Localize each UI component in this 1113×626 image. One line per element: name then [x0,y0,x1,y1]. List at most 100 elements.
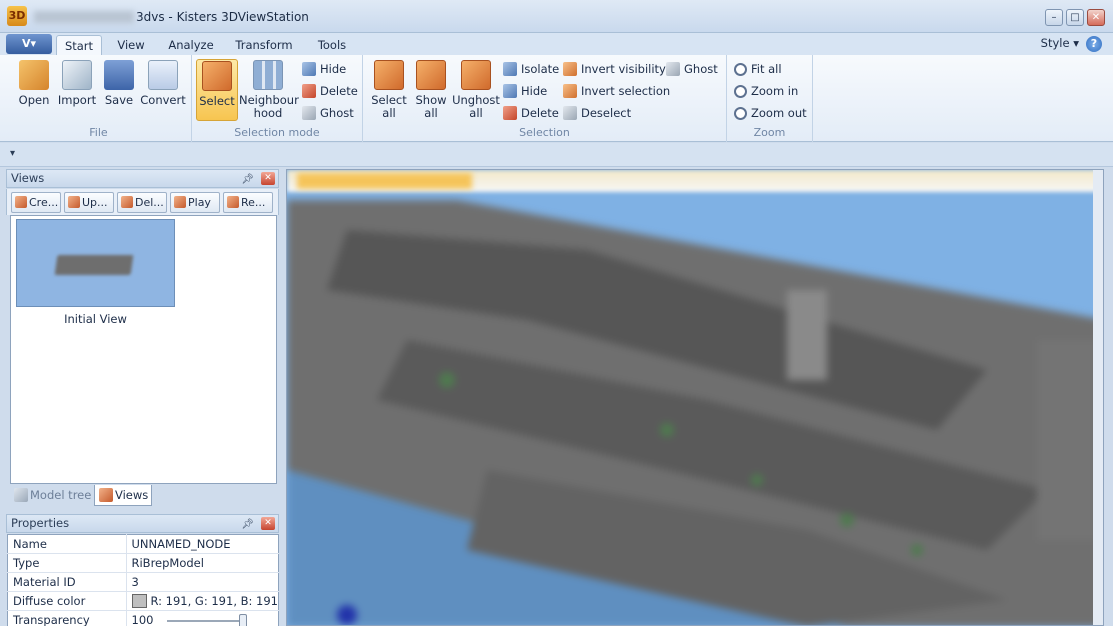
convert-button[interactable]: Convert [138,59,188,121]
save-icon [104,60,134,90]
open-button[interactable]: Open [14,59,54,121]
views-list: Initial View [10,215,277,484]
color-swatch[interactable] [131,594,147,608]
deselect-button[interactable]: Deselect [563,104,631,122]
rename-view-icon [227,196,239,208]
window-title-text: 3dvs - Kisters 3DViewStation [136,10,309,24]
views-toolbar: Cre... Up... Del... Play Re... [6,189,279,215]
tab-start[interactable]: Start [56,35,102,56]
property-value[interactable]: UNNAMED_NODE [126,534,279,554]
save-button[interactable]: Save [99,59,139,121]
show-all-label-2: all [424,106,438,120]
pin-icon[interactable]: 📌︎ [241,171,254,188]
group-label-zoom: Zoom [753,126,786,139]
play-button[interactable]: Play [170,192,220,213]
properties-panel-close-icon[interactable]: ✕ [261,517,275,530]
tab-view[interactable]: View [110,35,152,56]
invert-visibility-button[interactable]: Invert visibility [563,60,666,78]
delete-icon [302,84,316,98]
select-all-button[interactable]: Select all [369,59,409,121]
properties-pin-icon[interactable]: 📌︎ [241,516,254,533]
slider-thumb[interactable] [239,613,248,626]
help-icon[interactable]: ? [1086,36,1102,52]
zoom-in-button[interactable]: Zoom in [734,82,798,100]
delete-view-button[interactable]: Del... [117,192,167,213]
properties-panel-title: Properties [11,516,70,530]
app-menu-button[interactable]: V▾ [6,34,52,54]
minimize-button[interactable]: – [1045,9,1063,26]
rename-view-button[interactable]: Re... [223,192,273,213]
property-key: Name [7,534,127,554]
select-cube-icon [202,61,232,91]
play-label: Play [188,196,211,209]
select-all-label-2: all [382,106,396,120]
ribbon-tab-row: V▾ Start View Analyze Transform Tools St… [0,33,1113,56]
close-button[interactable]: ✕ [1087,9,1105,26]
view-thumbnail[interactable] [16,219,175,307]
viewport-right-edge [1093,170,1103,625]
deselect-label: Deselect [581,106,632,120]
views-panel-title: Views [11,171,45,185]
transparency-cell[interactable]: 100 [126,610,279,626]
folder-open-icon [19,60,49,90]
views-panel-close-icon[interactable]: ✕ [261,172,275,185]
select-label: Select [199,94,235,108]
invert-selection-button[interactable]: Invert selection [563,82,670,100]
unghost-all-button[interactable]: Unghost all [452,59,500,121]
mode-hide-button[interactable]: Hide [302,60,346,78]
tab-transform[interactable]: Transform [232,35,296,56]
group-label-selection-mode: Selection mode [234,126,320,139]
app-logo-icon[interactable]: 3D [7,6,27,26]
transparency-slider[interactable] [167,613,248,626]
fit-all-icon [734,63,747,76]
properties-panel-header: Properties 📌︎ ✕ [6,514,279,533]
tab-analyze[interactable]: Analyze [164,35,218,56]
deselect-icon [563,106,577,120]
tab-tools[interactable]: Tools [311,35,353,56]
selection-ghost-label: Ghost [684,62,718,76]
select-all-label-1: Select [371,93,407,107]
select-button[interactable]: Select [196,59,238,121]
table-row: Transparency 100 [7,610,279,626]
convert-icon [148,60,178,90]
tab-model-tree[interactable]: Model tree [10,485,94,506]
title-bar: 3D 3dvs - Kisters 3DViewStation – □ ✕ [0,0,1113,33]
selection-delete-button[interactable]: Delete [503,104,559,122]
property-value[interactable]: 3 [126,572,279,592]
import-label: Import [57,93,97,107]
neighbourhood-button[interactable]: Neighbour hood [239,59,299,121]
isolate-button[interactable]: Isolate [503,60,559,78]
ribbon-group-file: Open Import Save Convert File [6,55,192,142]
customize-toolbar-icon[interactable]: ▾ [10,148,15,159]
zoom-in-label: Zoom in [751,84,799,98]
property-key: Type [7,553,127,573]
diffuse-color-cell[interactable]: R: 191, G: 191, B: 191 [126,591,279,611]
maximize-button[interactable]: □ [1066,9,1084,26]
mode-ghost-button[interactable]: Ghost [302,104,354,122]
group-label-selection: Selection [519,126,570,139]
zoom-out-button[interactable]: Zoom out [734,104,807,122]
selection-hide-button[interactable]: Hide [503,82,547,100]
property-value[interactable]: RiBrepModel [126,553,279,573]
update-view-button[interactable]: Up... [64,192,114,213]
property-value: 100 [131,613,154,626]
panel-bottom-tabs: Model tree Views [6,484,279,508]
group-label-file: File [89,126,108,139]
view-thumbnail-label: Initial View [64,312,127,326]
fit-all-button[interactable]: Fit all [734,60,782,78]
hide-icon [302,62,316,76]
selection-ghost-button[interactable]: Ghost [666,60,718,78]
style-menu[interactable]: Style ▾ [1041,36,1079,50]
create-view-label: Cre... [29,196,59,209]
zoom-out-icon [734,107,747,120]
3d-viewport[interactable] [286,169,1104,626]
rename-view-label: Re... [241,196,266,209]
ribbon-group-zoom: Fit all Zoom in Zoom out Zoom [727,55,813,142]
mode-delete-button[interactable]: Delete [302,82,358,100]
import-button[interactable]: Import [57,59,97,121]
table-row: Type RiBrepModel [7,553,279,573]
create-view-button[interactable]: Cre... [11,192,61,213]
mode-delete-label: Delete [320,84,358,98]
show-all-button[interactable]: Show all [411,59,451,121]
tab-views[interactable]: Views [94,485,152,506]
